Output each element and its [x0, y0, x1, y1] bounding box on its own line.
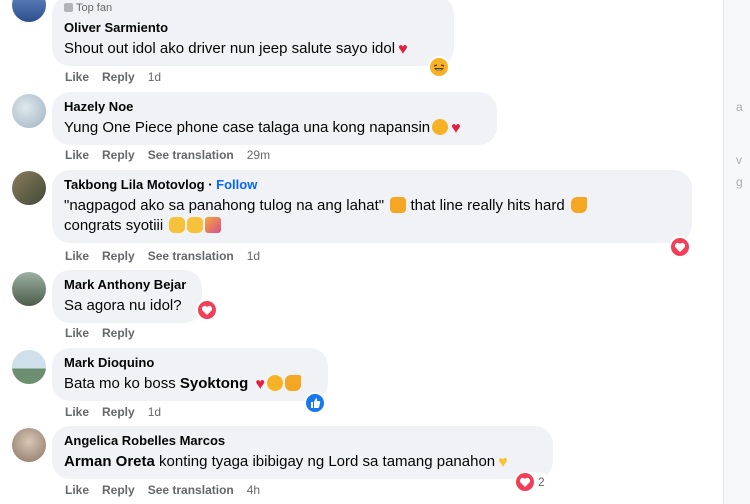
- comment-text: Yung One Piece phone case talaga una kon…: [64, 119, 461, 137]
- reaction-summary[interactable]: 2: [515, 472, 549, 492]
- reply-button[interactable]: Reply: [102, 148, 135, 162]
- flexed-biceps-emoji: [570, 197, 587, 213]
- love-reaction-icon[interactable]: [196, 299, 218, 321]
- comment-bubble: Mark Dioquino Bata mo ko boss Syoktong ♥: [52, 348, 328, 401]
- mention-link[interactable]: Syoktong: [180, 375, 248, 392]
- flexed-biceps-emoji: [284, 375, 301, 391]
- reply-button[interactable]: Reply: [102, 70, 135, 84]
- avatar[interactable]: [12, 171, 46, 205]
- comment-text: Bata mo ko boss Syoktong ♥: [64, 374, 316, 395]
- comment-text: Shout out idol ako driver nun jeep salut…: [64, 40, 408, 58]
- reply-button[interactable]: Reply: [102, 483, 135, 497]
- love-reaction-icon[interactable]: [669, 236, 691, 258]
- edge-fragment: g: [736, 175, 743, 189]
- commenter-name: Takbong Lila Motovlog · Follow: [64, 177, 258, 192]
- comment-text: "nagpagod ako sa panahong tulog na ang l…: [64, 196, 680, 216]
- right-scroll-gutter: [723, 0, 750, 504]
- timestamp[interactable]: 4h: [247, 483, 260, 497]
- comment-actions: Like Reply: [65, 326, 148, 340]
- heart-emoji: ♥: [255, 376, 265, 393]
- commenter-name[interactable]: Mark Anthony Bejar: [64, 276, 190, 293]
- avatar[interactable]: [12, 0, 46, 22]
- commenter-name[interactable]: Hazely Noe: [64, 98, 485, 115]
- reply-button[interactable]: Reply: [102, 249, 135, 263]
- comment-actions: Like Reply See translation 1d: [65, 249, 273, 263]
- commenter-name-link[interactable]: Takbong Lila Motovlog: [64, 177, 205, 192]
- comment-actions: Like Reply 1d: [65, 405, 174, 419]
- commenter-name[interactable]: Mark Dioquino: [64, 354, 316, 371]
- follow-button[interactable]: Follow: [216, 177, 257, 192]
- laughing-emoji: [432, 119, 449, 135]
- avatar[interactable]: [12, 350, 46, 384]
- like-button[interactable]: Like: [65, 483, 89, 497]
- avatar[interactable]: [12, 94, 46, 128]
- like-button[interactable]: Like: [65, 249, 89, 263]
- reply-button[interactable]: Reply: [102, 326, 135, 340]
- see-translation-link[interactable]: See translation: [148, 148, 234, 162]
- comment-bubble: Takbong Lila Motovlog · Follow "nagpagod…: [52, 170, 692, 243]
- avatar[interactable]: [12, 272, 46, 306]
- love-reaction-icon: [516, 473, 534, 491]
- comment-actions: Like Reply 1d: [65, 70, 174, 84]
- heart-emoji: ♥: [398, 41, 408, 58]
- yellow-heart-emoji: ♥: [498, 454, 508, 471]
- clapping-emoji: [169, 217, 186, 233]
- like-button[interactable]: Like: [65, 70, 89, 84]
- like-reaction-icon[interactable]: [304, 392, 326, 414]
- top-fan-icon: [64, 3, 73, 12]
- like-button[interactable]: Like: [65, 405, 89, 419]
- timestamp[interactable]: 1d: [148, 70, 161, 84]
- reaction-count: 2: [538, 475, 545, 489]
- reply-button[interactable]: Reply: [102, 405, 135, 419]
- laughing-emoji[interactable]: [428, 56, 450, 78]
- see-translation-link[interactable]: See translation: [148, 483, 234, 497]
- comment-bubble: Hazely Noe Yung One Piece phone case tal…: [52, 92, 497, 145]
- edge-fragment: a: [736, 100, 743, 114]
- like-button[interactable]: Like: [65, 148, 89, 162]
- comment-text: Sa agora nu idol?: [64, 297, 182, 314]
- clapping-emoji: [187, 217, 204, 233]
- comment-bubble: Angelica Robelles Marcos Arman Oreta kon…: [52, 426, 553, 479]
- see-translation-link[interactable]: See translation: [148, 249, 234, 263]
- party-popper-emoji: [205, 217, 222, 233]
- top-fan-badge: Top fan: [64, 2, 112, 14]
- timestamp[interactable]: 1d: [247, 249, 260, 263]
- heart-emoji: ♥: [451, 120, 461, 137]
- fist-emoji: [390, 197, 407, 213]
- like-button[interactable]: Like: [65, 326, 89, 340]
- timestamp[interactable]: 29m: [247, 148, 270, 162]
- comment-actions: Like Reply See translation 4h: [65, 483, 273, 497]
- comment-text: Arman Oreta konting tyaga ibibigay ng Lo…: [64, 453, 508, 471]
- comment-bubble: Mark Anthony Bejar Sa agora nu idol?: [52, 270, 202, 323]
- timestamp[interactable]: 1d: [148, 405, 161, 419]
- avatar[interactable]: [12, 428, 46, 462]
- commenter-name[interactable]: Angelica Robelles Marcos: [64, 432, 541, 449]
- comment-text-line2: congrats syotiii: [64, 216, 680, 236]
- comment-bubble: Top fan Oliver Sarmiento Shout out idol …: [52, 0, 454, 66]
- comment-actions: Like Reply See translation 29m: [65, 148, 283, 162]
- mention-link[interactable]: Arman Oreta: [64, 453, 155, 470]
- edge-fragment: v: [736, 153, 742, 167]
- commenter-name[interactable]: Oliver Sarmiento: [64, 19, 442, 36]
- sunglasses-emoji: [266, 375, 283, 391]
